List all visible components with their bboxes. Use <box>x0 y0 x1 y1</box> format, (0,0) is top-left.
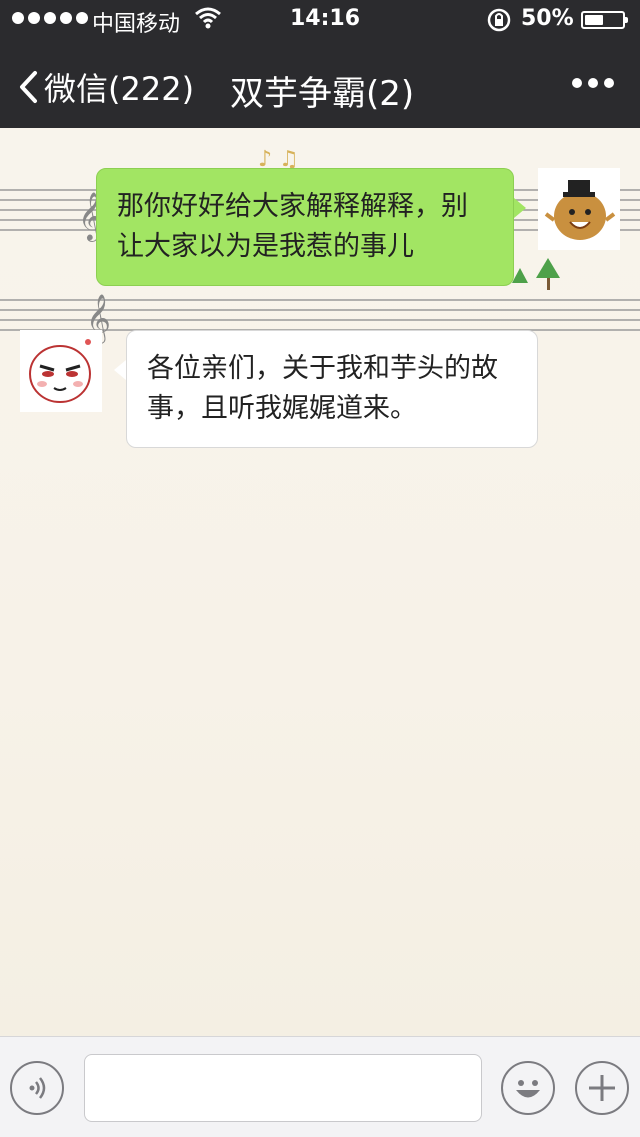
smiley-icon <box>516 1080 540 1098</box>
more-options-button[interactable] <box>572 78 614 88</box>
potato-avatar-icon <box>544 180 616 240</box>
back-label: 微信(222) <box>44 70 195 108</box>
top-bar: 中国移动 14:16 50% 微信(222) 双芋争霸(2) <box>0 0 640 128</box>
more-functions-button[interactable] <box>575 1061 629 1115</box>
clock: 14:16 <box>290 6 361 31</box>
message-text: 各位亲们，关于我和芋头的故事，且听我娓娓道来。 <box>147 353 498 424</box>
navigation-bar: 微信(222) 双芋争霸(2) <box>0 40 640 128</box>
plus-icon <box>589 1075 615 1101</box>
avatar-self[interactable] <box>538 168 620 250</box>
battery-percent: 50% <box>521 6 574 31</box>
status-bar: 中国移动 14:16 50% <box>0 0 640 40</box>
message-input[interactable] <box>84 1054 482 1122</box>
rotation-lock-icon <box>486 7 512 39</box>
carrier-name: 中国移动 <box>92 12 181 37</box>
signal-strength-icon <box>12 12 88 24</box>
message-bubble-incoming[interactable]: 各位亲们，关于我和芋头的故事，且听我娓娓道来。 <box>126 330 538 448</box>
back-button[interactable]: 微信(222) <box>18 64 194 110</box>
wifi-icon <box>195 7 221 35</box>
chat-area[interactable]: 𝄞 𝄞 ♪ ♫ 那你好好给大家解释解释，别让大家以为是我惹的事儿 各位亲们，关于… <box>0 128 640 1036</box>
voice-icon <box>29 1077 46 1099</box>
chevron-left-icon <box>20 71 37 103</box>
chat-title: 双芋争霸(2) <box>230 74 415 114</box>
input-bar <box>0 1036 640 1137</box>
voice-input-button[interactable] <box>10 1061 64 1115</box>
battery-icon <box>581 11 628 29</box>
emoji-button[interactable] <box>501 1061 555 1115</box>
smirk-face-avatar-icon <box>29 339 91 403</box>
message-text: 那你好好给大家解释解释，别让大家以为是我惹的事儿 <box>117 191 468 262</box>
message-bubble-outgoing[interactable]: 那你好好给大家解释解释，别让大家以为是我惹的事儿 <box>96 168 514 286</box>
avatar-contact[interactable] <box>20 330 102 412</box>
